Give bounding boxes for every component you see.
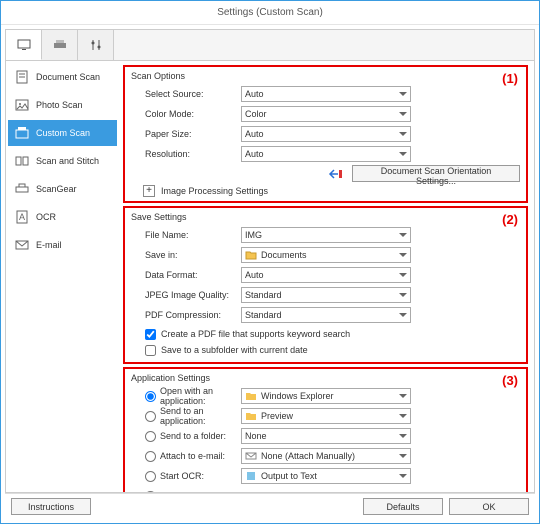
data-format-label: Data Format: [131, 270, 241, 280]
sidebar-label: Custom Scan [36, 128, 90, 138]
instructions-button[interactable]: Instructions [11, 498, 91, 515]
resolution-label: Resolution: [131, 149, 241, 159]
attach-email-label: Attach to e-mail: [160, 451, 225, 461]
save-in-dropdown[interactable]: Documents [241, 247, 411, 263]
sidebar-item-photo-scan[interactable]: Photo Scan [8, 92, 117, 118]
sidebar-item-email[interactable]: E-mail [8, 232, 117, 258]
section-title: Application Settings [131, 373, 520, 383]
section-number: (1) [502, 71, 518, 86]
scanner-icon [52, 37, 68, 53]
sidebar-item-scan-stitch[interactable]: Scan and Stitch [8, 148, 117, 174]
custom-icon [14, 125, 30, 141]
send-to-app-radio[interactable] [145, 411, 156, 422]
scangear-icon [14, 181, 30, 197]
send-to-folder-label: Send to a folder: [160, 431, 226, 441]
section-title: Scan Options [131, 71, 520, 81]
resolution-dropdown[interactable]: Auto [241, 146, 411, 162]
folder-icon [245, 249, 257, 261]
pdf-keyword-checkbox[interactable] [145, 329, 156, 340]
defaults-button[interactable]: Defaults [363, 498, 443, 515]
select-source-dropdown[interactable]: Auto [241, 86, 411, 102]
sidebar-label: Scan and Stitch [36, 156, 99, 166]
ok-button[interactable]: OK [449, 498, 529, 515]
file-name-field[interactable]: IMG [241, 227, 411, 243]
paper-size-dropdown[interactable]: Auto [241, 126, 411, 142]
subfolder-date-checkbox[interactable] [145, 345, 156, 356]
start-ocr-label: Start OCR: [160, 471, 204, 481]
right-pane: (1) Scan Options Select Source:Auto Colo… [119, 61, 534, 492]
section-number: (3) [502, 373, 518, 388]
save-in-label: Save in: [131, 250, 241, 260]
jpeg-quality-label: JPEG Image Quality: [131, 290, 241, 300]
open-with-label: Open with an application: [160, 386, 241, 406]
footer: Instructions Defaults OK [5, 493, 535, 519]
arrow-icon [328, 168, 344, 180]
toolbar [5, 29, 535, 61]
data-format-dropdown[interactable]: Auto [241, 267, 411, 283]
send-to-folder-dropdown[interactable]: None [241, 428, 411, 444]
do-not-start-radio[interactable] [145, 491, 156, 493]
titlebar: Settings (Custom Scan) [1, 1, 539, 25]
image-processing-label: Image Processing Settings [161, 186, 268, 196]
start-ocr-dropdown[interactable]: Output to Text [241, 468, 411, 484]
image-processing-toggle[interactable]: + Image Processing Settings [143, 185, 520, 197]
sidebar-item-document-scan[interactable]: Document Scan [8, 64, 117, 90]
color-mode-label: Color Mode: [131, 109, 241, 119]
window-title: Settings (Custom Scan) [217, 7, 323, 18]
open-with-radio[interactable] [145, 391, 156, 402]
select-source-label: Select Source: [131, 89, 241, 99]
sidebar-item-scangear[interactable]: ScanGear [8, 176, 117, 202]
attach-email-radio[interactable] [145, 451, 156, 462]
sidebar-item-custom-scan[interactable]: Custom Scan [8, 120, 117, 146]
sidebar-label: Photo Scan [36, 100, 83, 110]
send-to-folder-radio[interactable] [145, 431, 156, 442]
tab-from-scanner[interactable] [42, 30, 78, 60]
ocr-icon: A [14, 209, 30, 225]
mail-icon [245, 450, 257, 462]
open-with-dropdown[interactable]: Windows Explorer [241, 388, 411, 404]
photo-icon [14, 97, 30, 113]
orientation-settings-button[interactable]: Document Scan Orientation Settings... [352, 165, 520, 182]
do-not-start-label: Do not start any application [160, 491, 269, 492]
send-to-app-label: Send to an application: [160, 406, 241, 426]
start-ocr-radio[interactable] [145, 471, 156, 482]
sidebar-item-ocr[interactable]: A OCR [8, 204, 117, 230]
pdf-compression-dropdown[interactable]: Standard [241, 307, 411, 323]
sidebar-label: E-mail [36, 240, 62, 250]
sidebar-label: Document Scan [36, 72, 100, 82]
sidebar-label: ScanGear [36, 184, 77, 194]
stitch-icon [14, 153, 30, 169]
document-icon [14, 69, 30, 85]
send-to-app-dropdown[interactable]: Preview [241, 408, 411, 424]
file-name-label: File Name: [131, 230, 241, 240]
pdf-keyword-label: Create a PDF file that supports keyword … [161, 329, 350, 339]
email-icon [14, 237, 30, 253]
folder-icon [245, 410, 257, 422]
attach-email-dropdown[interactable]: None (Attach Manually) [241, 448, 411, 464]
paper-size-label: Paper Size: [131, 129, 241, 139]
subfolder-date-label: Save to a subfolder with current date [161, 345, 308, 355]
svg-text:A: A [19, 212, 25, 222]
sidebar-label: OCR [36, 212, 56, 222]
section-application-settings: (3) Application Settings Open with an ap… [123, 367, 528, 492]
color-mode-dropdown[interactable]: Color [241, 106, 411, 122]
monitor-icon [16, 37, 32, 53]
text-icon [245, 470, 257, 482]
tab-general[interactable] [78, 30, 114, 60]
settings-window: Settings (Custom Scan) Document Scan Pho… [0, 0, 540, 524]
section-scan-options: (1) Scan Options Select Source:Auto Colo… [123, 65, 528, 203]
tab-from-computer[interactable] [6, 30, 42, 60]
sidebar: Document Scan Photo Scan Custom Scan Sca… [6, 61, 119, 492]
explorer-icon [245, 390, 257, 402]
plus-icon: + [143, 185, 155, 197]
jpeg-quality-dropdown[interactable]: Standard [241, 287, 411, 303]
main-row: Document Scan Photo Scan Custom Scan Sca… [5, 61, 535, 493]
section-number: (2) [502, 212, 518, 227]
section-title: Save Settings [131, 212, 520, 222]
section-save-settings: (2) Save Settings File Name:IMG Save in:… [123, 206, 528, 364]
sliders-icon [88, 37, 104, 53]
pdf-compression-label: PDF Compression: [131, 310, 241, 320]
content: Document Scan Photo Scan Custom Scan Sca… [1, 25, 539, 523]
